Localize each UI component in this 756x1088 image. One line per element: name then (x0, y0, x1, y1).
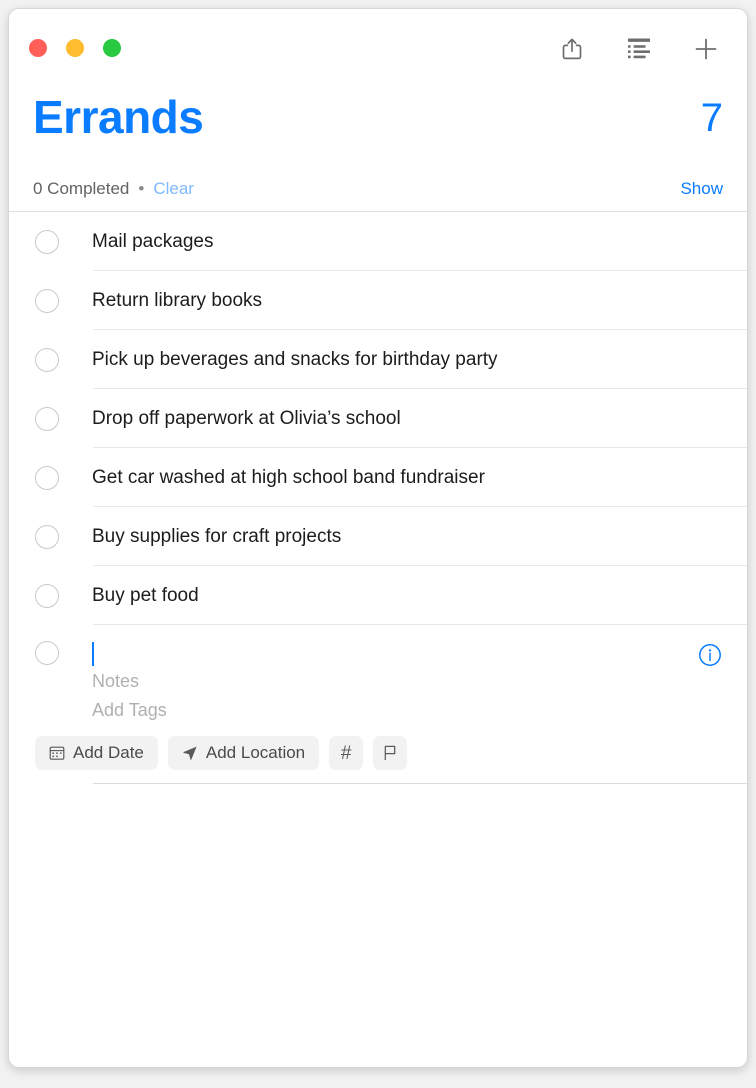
reminder-checkbox[interactable] (35, 465, 59, 490)
info-circle-icon (697, 642, 723, 671)
notes-input[interactable]: Notes (92, 667, 747, 696)
new-reminder-checkbox[interactable] (35, 641, 59, 665)
show-completed-button[interactable]: Show (680, 179, 723, 199)
reminder-title: Mail packages (92, 230, 214, 252)
reminder-checkbox[interactable] (35, 524, 59, 549)
new-reminder-editor: Notes Add Tags Add Date Add Location # (9, 625, 747, 784)
calendar-icon (49, 745, 65, 761)
reminder-title: Drop off paperwork at Olivia’s school (92, 407, 401, 429)
list-item[interactable]: Return library books (9, 271, 747, 330)
window-titlebar (9, 9, 747, 89)
list-view-icon (626, 38, 652, 62)
completed-bar: 0 Completed • Clear Show (9, 167, 747, 211)
reminder-checkbox[interactable] (35, 583, 59, 608)
view-options-button[interactable] (622, 33, 656, 67)
page-title: Errands (33, 91, 204, 143)
tags-input[interactable]: Add Tags (92, 696, 747, 725)
reminder-title: Get car washed at high school band fundr… (92, 466, 485, 488)
share-icon (561, 37, 583, 64)
list-item[interactable]: Pick up beverages and snacks for birthda… (9, 330, 747, 389)
flag-icon (382, 744, 398, 762)
add-date-button[interactable]: Add Date (35, 736, 158, 770)
maximize-window-button[interactable] (103, 39, 121, 57)
add-reminder-button[interactable] (689, 33, 723, 67)
list-header: Errands 7 (9, 89, 747, 167)
clear-completed-button[interactable]: Clear (153, 179, 194, 199)
reminder-title: Buy pet food (92, 584, 199, 606)
traffic-light-buttons (29, 39, 121, 57)
reminder-checkbox[interactable] (35, 288, 59, 313)
toolbar (555, 33, 723, 67)
flag-button[interactable] (373, 736, 408, 770)
list-item[interactable]: Drop off paperwork at Olivia’s school (9, 389, 747, 448)
add-date-label: Add Date (73, 743, 144, 762)
add-location-button[interactable]: Add Location (167, 736, 320, 770)
reminder-title: Buy supplies for craft projects (92, 525, 342, 547)
new-reminder-fields: Notes Add Tags (92, 641, 747, 725)
reminders-window: Errands 7 0 Completed • Clear Show Mail … (8, 8, 748, 1068)
close-window-button[interactable] (29, 39, 47, 57)
list-item[interactable]: Buy pet food (9, 566, 747, 625)
minimize-window-button[interactable] (66, 39, 84, 57)
completed-count-label: 0 Completed (33, 179, 130, 198)
add-location-label: Add Location (205, 743, 306, 762)
reminder-title: Return library books (92, 289, 263, 311)
new-reminder-title-input[interactable] (92, 641, 747, 667)
hashtag-icon: # (340, 742, 352, 764)
list-item[interactable]: Buy supplies for craft projects (9, 507, 747, 566)
list-item[interactable]: Mail packages (9, 212, 747, 271)
list-item[interactable]: Get car washed at high school band fundr… (9, 448, 747, 507)
text-cursor (92, 642, 94, 666)
reminder-list: Mail packages Return library books Pick … (9, 212, 747, 784)
plus-icon (693, 36, 719, 65)
reminder-checkbox[interactable] (35, 347, 59, 372)
new-reminder-main-line: Notes Add Tags (35, 641, 747, 725)
share-button[interactable] (555, 33, 589, 67)
reminder-checkbox[interactable] (35, 229, 59, 254)
reminder-checkbox[interactable] (35, 406, 59, 431)
add-tag-button[interactable]: # (329, 736, 364, 770)
reminder-attribute-buttons: Add Date Add Location # (35, 736, 747, 770)
location-arrow-icon (182, 745, 198, 761)
reminder-title: Pick up beverages and snacks for birthda… (92, 348, 498, 370)
reminder-count-badge: 7 (700, 96, 723, 140)
reminder-info-button[interactable] (697, 643, 723, 669)
separator-dot: • (138, 179, 145, 198)
